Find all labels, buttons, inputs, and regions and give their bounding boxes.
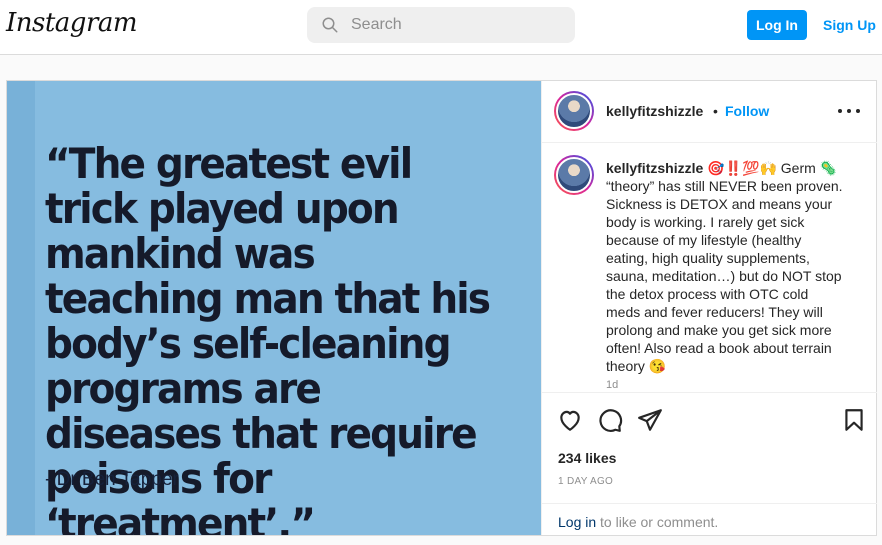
post-sidebar: kellyfitzshizzle • Follow kellyfitzshizz… [541, 81, 877, 535]
heart-icon[interactable] [557, 407, 583, 433]
top-navigation-bar: Instagram Log In Sign Up [0, 0, 882, 55]
caption-avatar[interactable] [554, 155, 594, 195]
image-quote-author: - Dr Ben Tapper [45, 469, 179, 490]
likes-count[interactable]: 234 likes [558, 450, 616, 466]
comment-prompt-text: to like or comment. [596, 514, 719, 530]
search-icon [322, 17, 338, 33]
signup-link[interactable]: Sign Up [823, 17, 876, 33]
separator-dot: • [713, 103, 718, 119]
comment-icon[interactable] [597, 407, 623, 433]
search-box[interactable] [307, 7, 575, 43]
post-header: kellyfitzshizzle • Follow [542, 81, 877, 143]
caption-username[interactable]: kellyfitzshizzle [606, 160, 703, 176]
post-card: “The greatest evil trick played upon man… [6, 80, 877, 536]
search-input[interactable] [351, 16, 551, 34]
caption-section: kellyfitzshizzle 🎯‼️💯🙌 Germ 🦠 “theory” h… [542, 143, 877, 391]
follow-button[interactable]: Follow [725, 103, 769, 119]
action-bar [542, 392, 877, 444]
caption-body: 🎯‼️💯🙌 Germ 🦠 “theory” has still NEVER be… [606, 160, 843, 374]
login-link[interactable]: Log in [558, 514, 596, 530]
image-left-stripe [7, 81, 35, 535]
caption-text-block: kellyfitzshizzle 🎯‼️💯🙌 Germ 🦠 “theory” h… [606, 159, 846, 375]
share-icon[interactable] [637, 407, 663, 433]
comment-prompt: Log in to like or comment. [558, 514, 718, 530]
bookmark-icon[interactable] [841, 407, 867, 433]
caption-timestamp[interactable]: 1d [606, 379, 618, 391]
login-button[interactable]: Log In [747, 10, 807, 40]
comment-prompt-bar: Log in to like or comment. [542, 503, 877, 536]
instagram-logo[interactable]: Instagram [6, 8, 138, 38]
more-options-icon[interactable] [838, 103, 860, 119]
post-author-username[interactable]: kellyfitzshizzle [606, 103, 703, 119]
post-time-ago[interactable]: 1 DAY AGO [558, 476, 613, 487]
post-image[interactable]: “The greatest evil trick played upon man… [7, 81, 541, 535]
avatar[interactable] [554, 91, 594, 131]
